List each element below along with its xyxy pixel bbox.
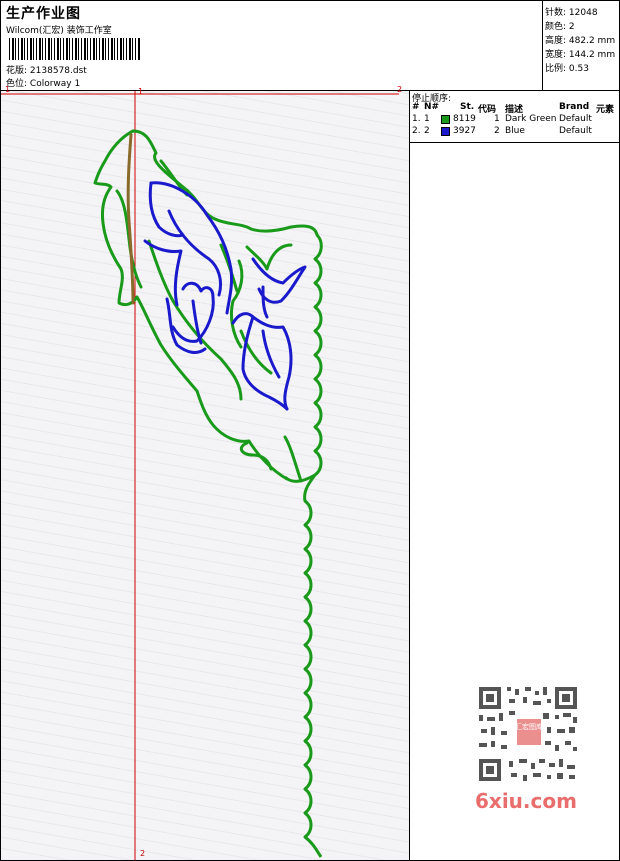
stat-scale: 比例: 0.53	[545, 61, 589, 74]
stat-label: 颜色:	[545, 22, 567, 32]
design-file-info: 花版: 2138578.dst	[6, 63, 87, 76]
studio-name: Wilcom(汇宏) 装饰工作室	[6, 26, 112, 36]
stat-width: 宽度: 144.2 mm	[545, 47, 615, 60]
col-header: #	[412, 102, 420, 112]
colorway-info: 色位: Colorway 1	[6, 76, 80, 89]
stat-label: 高度:	[545, 36, 567, 46]
stat-value: 12048	[568, 8, 598, 18]
stat-label: 比例:	[545, 64, 567, 74]
stat-value: 144.2 mm	[568, 50, 616, 60]
qr-stamp-text: 汇宏图库	[515, 722, 543, 731]
stat-label: 针数:	[545, 8, 567, 18]
sheet-title: 生产作业图	[6, 6, 81, 22]
stat-colors: 颜色: 2	[545, 19, 575, 32]
design-stats: 针数: 12048 颜色: 2 高度: 482.2 mm 宽度: 144.2 m…	[542, 1, 619, 90]
stat-value: 0.53	[568, 64, 589, 74]
row-needle: 2	[424, 126, 430, 136]
stat-height: 高度: 482.2 mm	[545, 33, 615, 46]
stat-stitches: 针数: 12048	[545, 5, 598, 18]
production-sheet: 生产作业图 Wilcom(汇宏) 装饰工作室 花版: 2138578.dst 色…	[0, 0, 620, 861]
marker-top-left: 1	[5, 85, 11, 94]
marker-bottom: 2	[140, 849, 146, 858]
design-canvas[interactable]: 1 1 2 2	[1, 85, 409, 860]
col-header: St.	[460, 102, 475, 112]
table-header: # N# St. 代码 描述 Brand 元素	[410, 102, 619, 115]
row-description: Dark Green	[505, 114, 557, 124]
embroidery-preview	[1, 91, 399, 860]
scalloped-border	[283, 233, 323, 858]
table-divider	[410, 142, 619, 143]
row-stitches: 3927	[453, 126, 476, 136]
row-description: Blue	[505, 126, 525, 136]
col-header: N#	[424, 102, 440, 112]
stop-sequence-table: # N# St. 代码 描述 Brand 元素 1. 1 8119 1 Dark…	[410, 102, 619, 138]
brand-watermark: 6xiu.com	[475, 789, 577, 813]
color-swatch-blue	[441, 127, 450, 136]
table-row[interactable]: 1. 1 8119 1 Dark Green Default	[410, 114, 619, 126]
design-value: 2138578.dst	[29, 66, 87, 76]
col-header: Brand	[559, 102, 590, 112]
row-stitches: 8119	[453, 114, 476, 124]
color-swatch-green	[441, 115, 450, 124]
qr-code-watermark[interactable]: 汇宏图库	[473, 683, 583, 785]
marker-guide-top: 1	[138, 87, 144, 96]
stat-label: 宽度:	[545, 50, 567, 60]
stat-value: 482.2 mm	[568, 36, 616, 46]
brown-stem	[126, 133, 135, 305]
row-number: 2.	[412, 126, 421, 136]
row-code: 1	[494, 114, 500, 124]
row-needle: 1	[424, 114, 430, 124]
row-number: 1.	[412, 114, 421, 124]
stat-value: 2	[568, 22, 575, 32]
row-code: 2	[494, 126, 500, 136]
qr-code: 汇宏图库	[473, 683, 583, 785]
table-row[interactable]: 2. 2 3927 2 Blue Default	[410, 126, 619, 138]
marker-top-right: 2	[397, 85, 403, 94]
barcode	[9, 38, 141, 60]
design-label: 花版:	[6, 66, 28, 76]
sheet-header: 生产作业图 Wilcom(汇宏) 装饰工作室 花版: 2138578.dst 色…	[1, 1, 619, 91]
row-brand: Default	[559, 126, 592, 136]
row-brand: Default	[559, 114, 592, 124]
colorway-value: Colorway 1	[29, 79, 81, 89]
